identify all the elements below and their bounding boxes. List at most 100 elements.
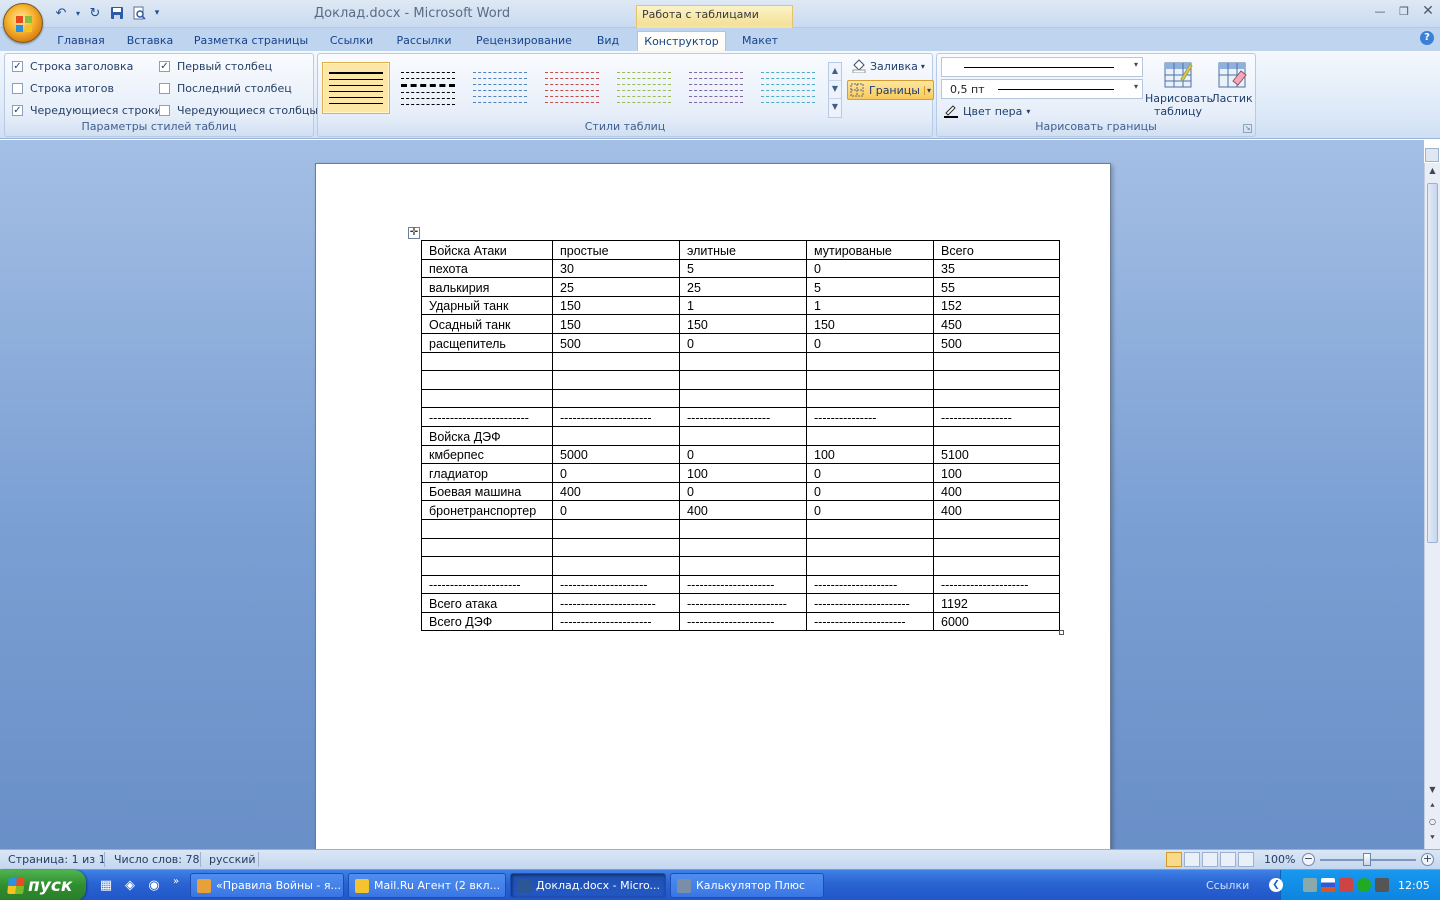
table-cell[interactable]: 5	[806, 277, 934, 297]
table-cell[interactable]: гладиатор	[421, 463, 553, 483]
redo-icon[interactable]: ↻	[86, 5, 104, 21]
table-cell[interactable]: 400	[933, 500, 1060, 520]
gallery-down-icon[interactable]: ▼	[829, 81, 841, 99]
table-cell[interactable]: 0	[679, 481, 807, 502]
table-cell[interactable]	[933, 537, 1060, 558]
tray-network-icon[interactable]	[1303, 878, 1317, 892]
checkbox-last-column[interactable]: Последний столбец	[159, 82, 292, 95]
table-cell[interactable]: 5	[679, 258, 807, 279]
table-cell[interactable]	[933, 370, 1060, 390]
table-cell[interactable]: пехота	[421, 258, 553, 279]
table-cell[interactable]: 1192	[933, 593, 1060, 613]
scroll-up-icon[interactable]: ▲	[1427, 166, 1438, 175]
checkbox-header-row[interactable]: ✓ Строка заголовка	[12, 60, 133, 73]
table-cell[interactable]: 0	[806, 481, 934, 502]
table-cell[interactable]	[552, 370, 680, 390]
table-cell[interactable]	[552, 556, 680, 576]
table-cell[interactable]: ----------------------	[421, 574, 553, 595]
undo-icon[interactable]: ↶	[52, 5, 70, 21]
table-cell[interactable]	[679, 370, 807, 390]
table-cell[interactable]: 6000	[933, 611, 1060, 632]
table-cell[interactable]: Всего ДЭФ	[421, 611, 553, 632]
print-layout-view-icon[interactable]	[1166, 852, 1182, 867]
table-cell[interactable]: ------------------------	[679, 593, 807, 613]
taskbar-button[interactable]: Mail.Ru Агент (2 вкл...	[348, 873, 506, 898]
table-cell[interactable]	[806, 518, 934, 539]
table-cell[interactable]: Боевая машина	[421, 481, 553, 502]
table-cell[interactable]: 0	[806, 463, 934, 483]
table-cell[interactable]: мутированые	[806, 240, 934, 260]
table-cell[interactable]: 55	[933, 277, 1060, 297]
outline-view-icon[interactable]	[1220, 852, 1236, 867]
table-cell[interactable]: 500	[552, 332, 680, 353]
tab-page-layout[interactable]: Разметка страницы	[192, 31, 310, 52]
table-cell[interactable]	[933, 518, 1060, 539]
table-cell[interactable]: 0	[552, 500, 680, 520]
language-indicator[interactable]: русский	[209, 853, 256, 866]
table-cell[interactable]	[933, 425, 1060, 446]
table-cell[interactable]: 5000	[552, 444, 680, 465]
table-cell[interactable]: ---------------------	[679, 611, 807, 632]
quicklaunch-calculator-icon[interactable]: ▦	[98, 878, 114, 894]
table-cell[interactable]	[421, 537, 553, 558]
table-cell[interactable]	[421, 518, 553, 539]
table-cell[interactable]: ----------------------	[552, 611, 680, 632]
checkbox-total-row[interactable]: Строка итогов	[12, 82, 114, 95]
print-preview-icon[interactable]	[130, 5, 148, 21]
table-cell[interactable]	[679, 388, 807, 409]
table-cell[interactable]	[679, 556, 807, 576]
browse-object-icon[interactable]: ○	[1427, 817, 1438, 826]
table-cell[interactable]: ---------------	[806, 407, 934, 427]
office-button[interactable]	[3, 3, 43, 43]
tray-volume-icon[interactable]	[1375, 878, 1389, 892]
dialog-launcher-icon[interactable]: ↘	[1243, 124, 1252, 133]
tab-mailings[interactable]: Рассылки	[392, 31, 456, 52]
clock[interactable]: 12:05	[1398, 879, 1430, 892]
table-cell[interactable]: 25	[552, 277, 680, 297]
table-cell[interactable]: 0	[679, 444, 807, 465]
line-style-select[interactable]: ▾	[941, 57, 1143, 77]
scroll-down-icon[interactable]: ▼	[1427, 785, 1438, 794]
table-cell[interactable]: 0	[806, 500, 934, 520]
table-cell[interactable]: 150	[552, 295, 680, 316]
taskbar-button[interactable]: «Правила Войны - я...	[190, 873, 344, 898]
table-cell[interactable]: 0	[806, 258, 934, 279]
tab-view[interactable]: Вид	[590, 31, 626, 52]
start-button[interactable]: пуск	[0, 870, 86, 900]
draft-view-icon[interactable]	[1238, 852, 1254, 867]
table-cell[interactable]: ------------------------	[421, 407, 553, 427]
table-cell[interactable]: ---------------------	[933, 574, 1060, 595]
table-cell[interactable]: 0	[679, 332, 807, 353]
table-cell[interactable]	[552, 518, 680, 539]
help-icon[interactable]: ?	[1420, 31, 1434, 45]
table-cell[interactable]: ---------------------	[552, 574, 680, 595]
table-cell[interactable]: Войска Атаки	[421, 240, 553, 260]
table-cell[interactable]: 5100	[933, 444, 1060, 465]
close-icon[interactable]: ✕	[1416, 0, 1440, 22]
dropdown-arrow-icon[interactable]: ▾	[923, 85, 931, 95]
tab-insert[interactable]: Вставка	[122, 31, 178, 52]
web-layout-view-icon[interactable]	[1202, 852, 1218, 867]
vertical-scrollbar[interactable]: ▲ ▼ ⯅ ○ ⯆	[1424, 163, 1440, 849]
table-cell[interactable]: 25	[679, 277, 807, 297]
customize-qat-icon[interactable]: ▾	[152, 5, 162, 21]
tab-review[interactable]: Рецензирование	[470, 31, 578, 52]
table-cell[interactable]	[679, 518, 807, 539]
table-resize-handle[interactable]	[1059, 630, 1064, 635]
table-cell[interactable]: --------------------	[806, 574, 934, 595]
quicklaunch-browser-icon[interactable]: ◈	[122, 878, 138, 894]
table-cell[interactable]	[679, 351, 807, 372]
table-cell[interactable]: Ударный танк	[421, 295, 553, 316]
table-cell[interactable]: Всего атака	[421, 593, 553, 613]
table-cell[interactable]: 150	[552, 314, 680, 334]
taskbar-button[interactable]: Калькулятор Плюс	[670, 873, 824, 898]
checkbox-first-column[interactable]: ✓ Первый столбец	[159, 60, 272, 73]
table-cell[interactable]: Осадный танк	[421, 314, 553, 334]
view-ruler-icon[interactable]	[1425, 148, 1439, 162]
table-cell[interactable]: расщепитель	[421, 332, 553, 353]
table-cell[interactable]: --------------------	[679, 407, 807, 427]
minimize-icon[interactable]: —	[1368, 0, 1392, 22]
table-style-swatch[interactable]	[610, 62, 678, 114]
table-cell[interactable]	[552, 351, 680, 372]
table-cell[interactable]	[806, 537, 934, 558]
